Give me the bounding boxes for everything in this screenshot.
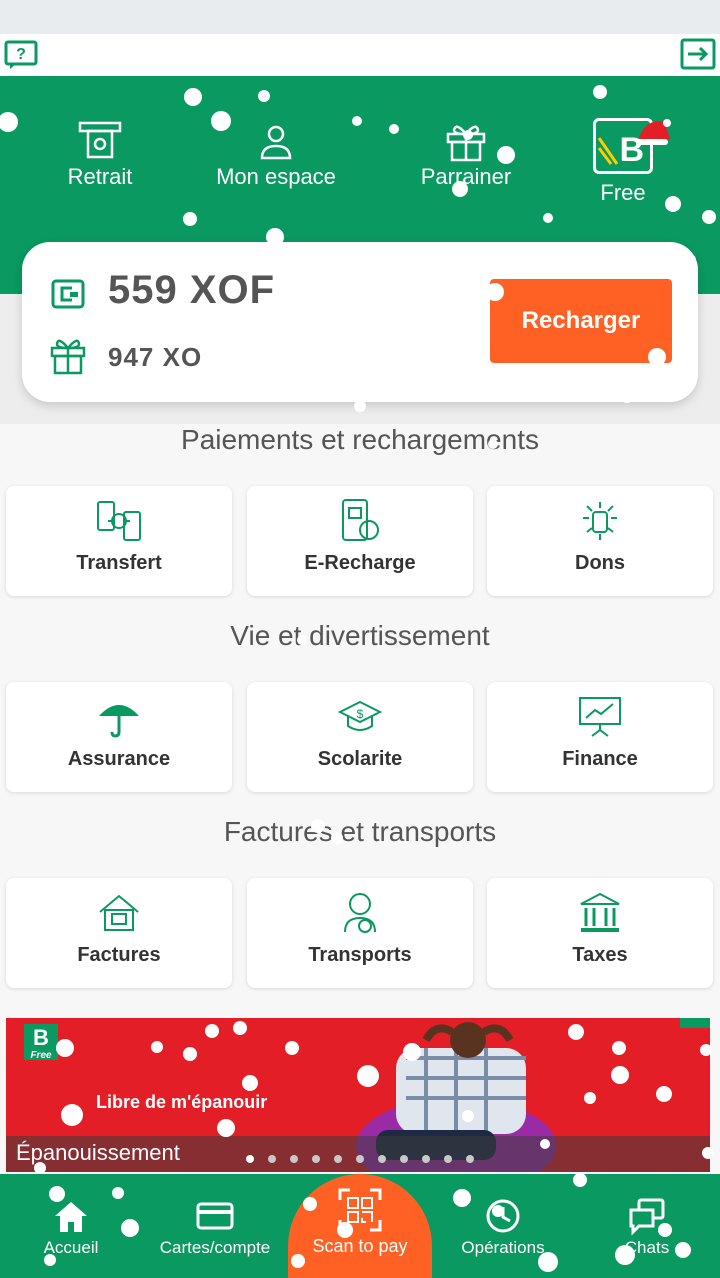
promo-banner[interactable]: B Free Libre de m'épanouir Épanouissemen…	[6, 1018, 710, 1172]
header-item-label: Parrainer	[420, 164, 512, 189]
tile-transports[interactable]: Transports	[247, 878, 473, 988]
help-icon[interactable]: ?	[4, 40, 38, 70]
header-item-parrainer[interactable]: Parrainer	[376, 120, 556, 190]
header-item-mon-espace[interactable]: Mon espace	[186, 120, 366, 190]
svg-text:?: ?	[16, 46, 26, 63]
carousel-dot[interactable]	[466, 1155, 474, 1163]
bonus-amount: 947 XO	[108, 342, 203, 372]
tile-factures[interactable]: Factures	[6, 878, 232, 988]
qr-scan-icon	[338, 1188, 382, 1232]
carousel-dot[interactable]	[268, 1155, 276, 1163]
carousel-dot[interactable]	[444, 1155, 452, 1163]
recharge-button[interactable]: Recharger	[490, 279, 672, 363]
tile-label: Assurance	[67, 748, 171, 770]
bottom-navigation: Accueil Cartes/compte Scan to pay Opérat…	[0, 1174, 720, 1278]
carousel-dot[interactable]	[422, 1155, 430, 1163]
santa-hat-icon	[636, 119, 671, 145]
tile-label: E-Recharge	[304, 552, 416, 574]
status-bar	[0, 0, 720, 34]
nav-chats[interactable]: Chats	[582, 1196, 712, 1258]
carousel-dot[interactable]	[290, 1155, 298, 1163]
banner-tagline: Libre de m'épanouir	[96, 1092, 268, 1112]
tile-dons[interactable]: Dons	[487, 486, 713, 596]
umbrella-icon	[99, 705, 139, 738]
section-title-payments: Paiements et rechargements	[181, 424, 539, 455]
graduation-icon: $	[337, 700, 383, 731]
svg-text:$: $	[357, 707, 364, 721]
chat-icon	[629, 1198, 665, 1236]
section-title-bills: Factures et transports	[223, 816, 497, 847]
nav-label: Accueil	[43, 1238, 99, 1257]
tile-label: Scolarite	[317, 748, 403, 770]
nav-scan-to-pay[interactable]: Scan to pay	[288, 1174, 432, 1278]
tile-label: Taxes	[572, 944, 628, 966]
tile-transfert[interactable]: Transfert	[6, 486, 232, 596]
banner-caption: Épanouissement	[16, 1140, 180, 1165]
banner-logo-letter: B	[33, 1025, 49, 1050]
banner-logo-sub: Free	[30, 1050, 52, 1061]
banner-corner-tag	[680, 1018, 710, 1028]
nav-label: Chats	[624, 1238, 670, 1257]
phone-recharge-icon	[342, 499, 379, 541]
atm-icon	[78, 121, 122, 159]
user-icon	[260, 125, 292, 160]
tile-taxes[interactable]: Taxes	[487, 878, 713, 988]
balance-amount: 559 XOF	[108, 268, 276, 312]
carousel-dots[interactable]	[246, 1150, 488, 1168]
tile-label: Transports	[308, 944, 412, 966]
home-icon	[55, 1202, 87, 1232]
house-bill-icon	[99, 894, 139, 931]
bank-icon	[580, 892, 620, 932]
free-badge[interactable]: B Free	[586, 114, 671, 244]
driver-icon	[344, 893, 376, 933]
nav-label: Opérations	[461, 1238, 545, 1257]
header-item-label: Retrait	[67, 164, 133, 189]
free-logo: B	[593, 118, 671, 174]
donation-icon	[583, 502, 617, 540]
free-label: Free	[600, 180, 646, 205]
nav-label: Cartes/compte	[159, 1238, 271, 1257]
header-item-retrait[interactable]: Retrait	[10, 120, 190, 190]
clock-icon	[486, 1199, 520, 1233]
balance-card: 559 XOF 947 XO Recharger	[22, 242, 698, 402]
logout-icon[interactable]	[680, 38, 716, 70]
carousel-dot[interactable]	[356, 1155, 364, 1163]
carousel-dot[interactable]	[334, 1155, 342, 1163]
tile-scolarite[interactable]: $ Scolarite	[247, 682, 473, 792]
section-title-life: Vie et divertissement	[230, 620, 490, 651]
card-icon	[196, 1202, 234, 1230]
nav-operations[interactable]: Opérations	[438, 1196, 568, 1258]
tile-assurance[interactable]: Assurance	[6, 682, 232, 792]
top-bar: ?	[0, 34, 720, 76]
tile-finance[interactable]: Finance	[487, 682, 713, 792]
carousel-dot[interactable]	[312, 1155, 320, 1163]
gift-icon	[446, 125, 486, 162]
carousel-dot[interactable]	[400, 1155, 408, 1163]
nav-accueil[interactable]: Accueil	[6, 1196, 136, 1258]
tile-label: Dons	[575, 552, 625, 574]
nav-cartes-compte[interactable]: Cartes/compte	[150, 1196, 280, 1258]
tile-label: Factures	[77, 944, 161, 966]
carousel-dot[interactable]	[246, 1155, 254, 1163]
tile-label: Finance	[562, 748, 638, 770]
carousel-dot[interactable]	[378, 1155, 386, 1163]
tile-e-recharge[interactable]: E-Recharge	[247, 486, 473, 596]
chart-board-icon	[579, 697, 621, 737]
nav-label: Scan to pay	[312, 1236, 408, 1256]
transfer-icon	[97, 501, 141, 541]
banner-caption-bar: Épanouissement	[6, 1136, 710, 1172]
header-item-label: Mon espace	[216, 164, 336, 189]
wallet-icon	[51, 279, 85, 309]
banner-logo: B Free	[24, 1024, 58, 1061]
bonus-gift-icon	[50, 339, 86, 375]
tile-label: Transfert	[76, 552, 162, 574]
